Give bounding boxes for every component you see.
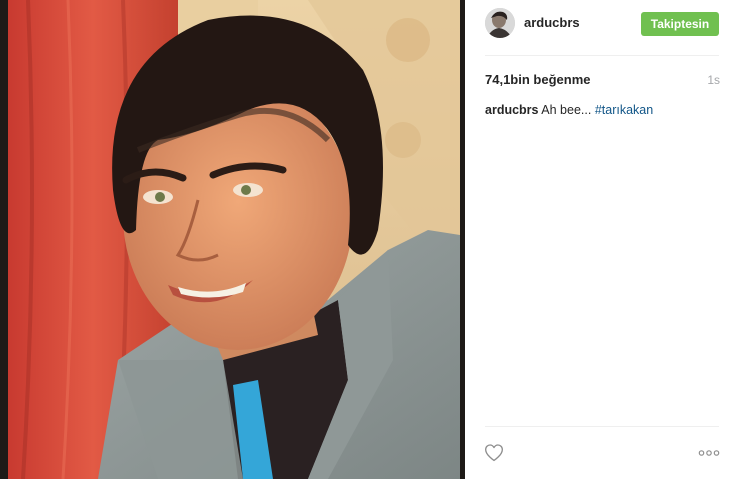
post-username[interactable]: arducbrs bbox=[524, 15, 580, 30]
caption-hashtag[interactable]: #tarıkakan bbox=[595, 103, 653, 117]
heart-icon[interactable] bbox=[484, 443, 504, 462]
actions-divider bbox=[485, 426, 719, 427]
post-caption: arducbrs Ah bee... #tarıkakan bbox=[485, 103, 653, 117]
post-photo-area bbox=[0, 0, 465, 479]
header-divider bbox=[485, 55, 719, 56]
caption-username[interactable]: arducbrs bbox=[485, 103, 539, 117]
following-button[interactable]: Takiptesin bbox=[641, 12, 719, 36]
post-time[interactable]: 1s bbox=[690, 73, 720, 87]
post-photo bbox=[8, 0, 460, 479]
more-options-icon[interactable] bbox=[698, 447, 720, 459]
avatar-image bbox=[485, 8, 515, 38]
likes-count[interactable]: 74,1bin beğenme bbox=[485, 72, 590, 87]
user-avatar[interactable] bbox=[485, 8, 515, 38]
caption-text: Ah bee... bbox=[541, 103, 592, 117]
